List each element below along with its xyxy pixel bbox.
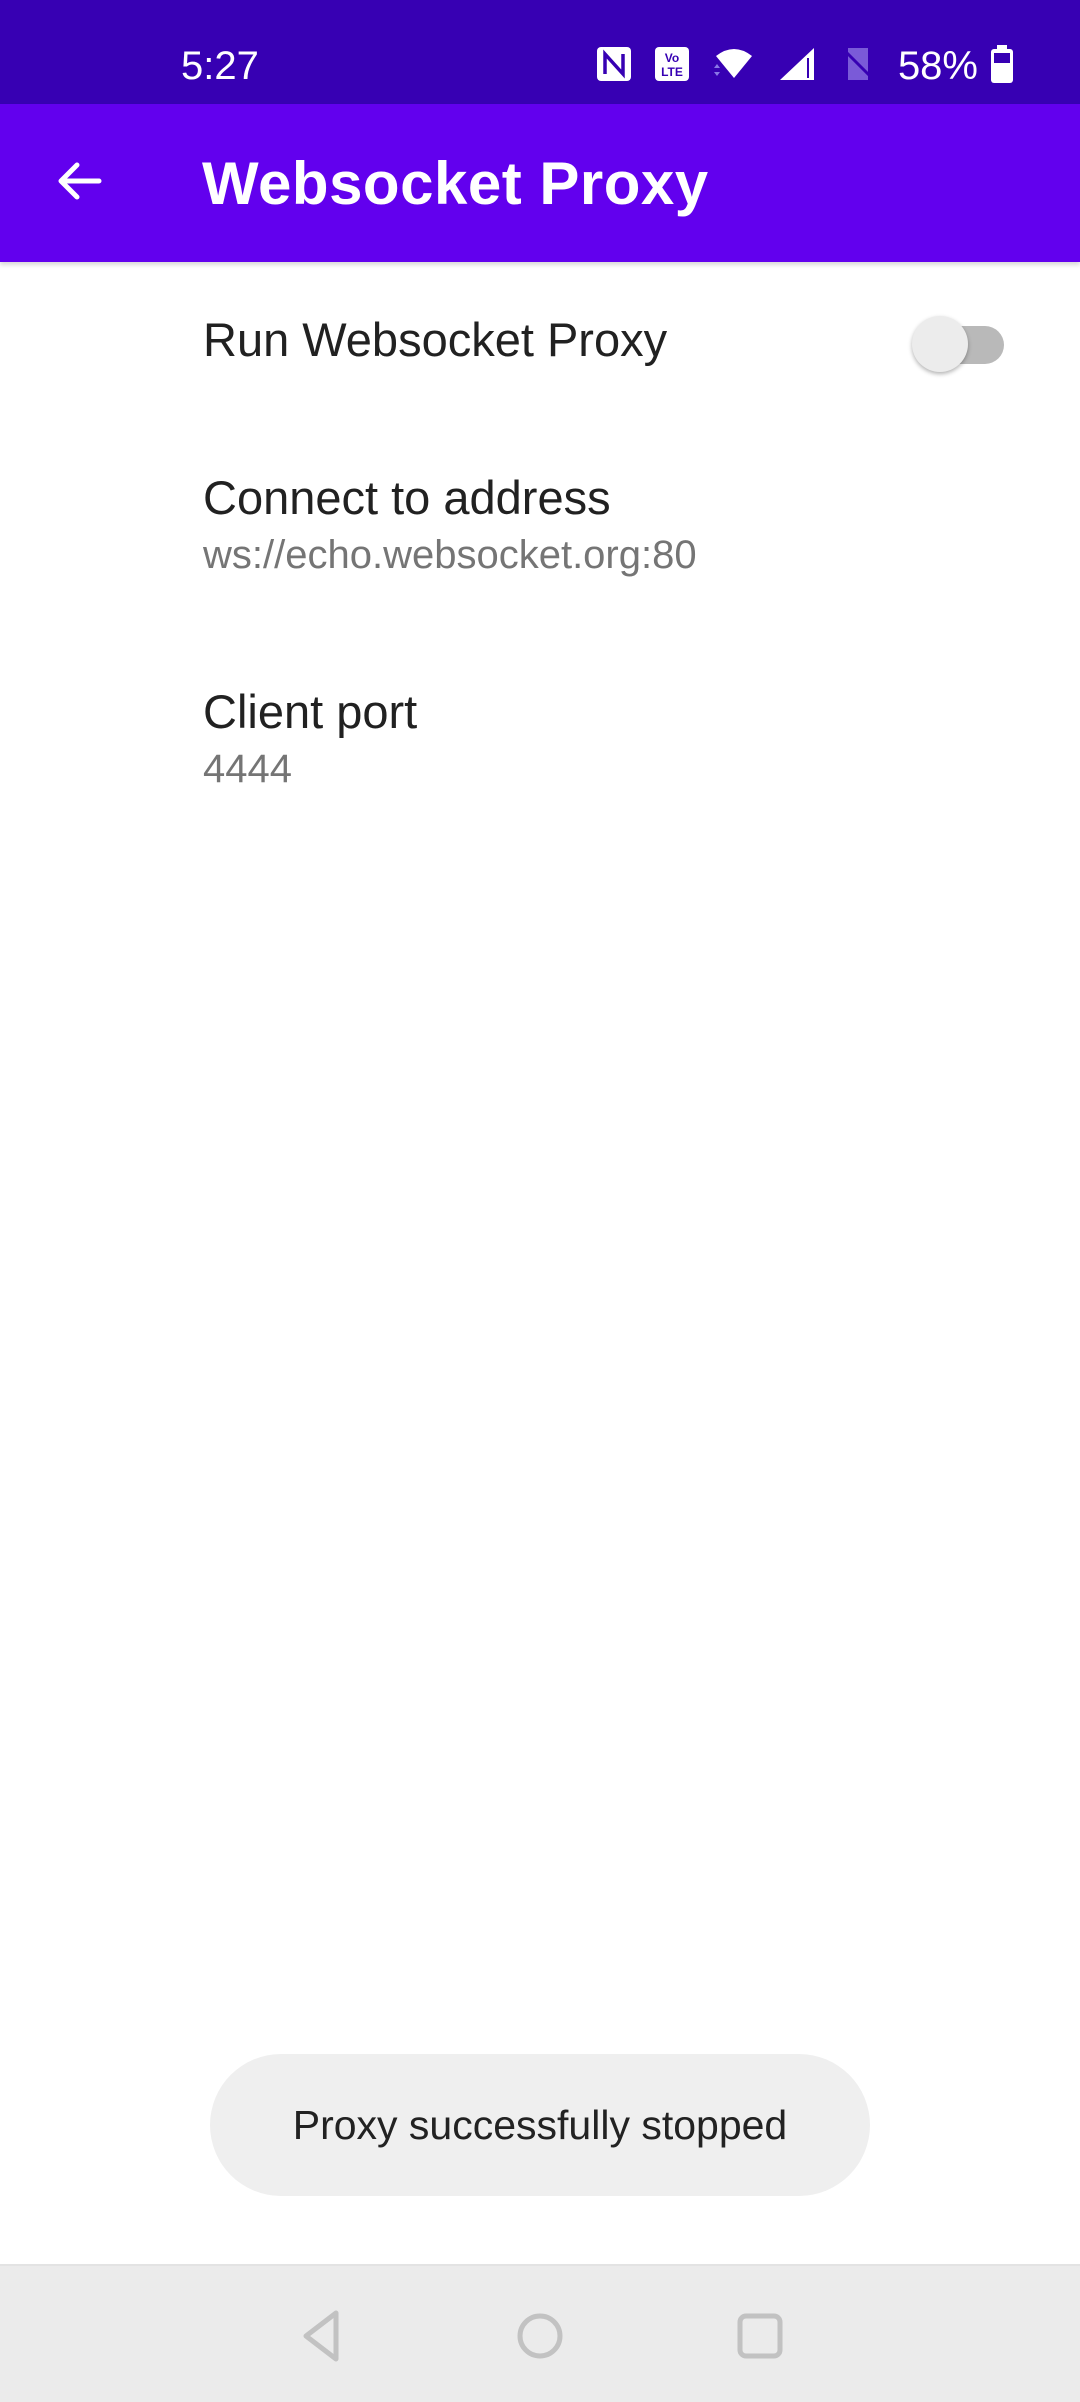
toast: Proxy successfully stopped xyxy=(210,2054,870,2196)
status-bar: 5:27 Vo LTE 58% xyxy=(0,0,1080,104)
run-proxy-toggle[interactable] xyxy=(912,314,1004,372)
pref-client-port[interactable]: Client port 4444 xyxy=(203,684,1080,794)
nfc-icon xyxy=(596,46,632,87)
battery-percent: 58% xyxy=(897,43,978,88)
status-time: 5:27 xyxy=(181,44,259,88)
back-button[interactable] xyxy=(40,144,118,222)
nav-bar xyxy=(0,2264,1080,2402)
wifi-icon xyxy=(712,46,756,87)
home-nav-icon xyxy=(515,2311,565,2366)
recents-nav-icon xyxy=(736,2312,784,2365)
arrow-back-icon xyxy=(55,157,103,210)
page-title: Websocket Proxy xyxy=(202,150,709,217)
svg-text:Vo: Vo xyxy=(665,51,679,65)
pref-connect-address-title: Connect to address xyxy=(203,471,611,524)
cell-signal-icon xyxy=(778,46,818,87)
nav-back-button[interactable] xyxy=(292,2308,352,2368)
nav-home-button[interactable] xyxy=(510,2308,570,2368)
pref-client-port-title: Client port xyxy=(203,685,418,738)
pref-connect-address[interactable]: Connect to address ws://echo.websocket.o… xyxy=(203,470,1080,580)
nav-recents-button[interactable] xyxy=(730,2308,790,2368)
pref-connect-address-value: ws://echo.websocket.org:80 xyxy=(203,533,697,577)
back-nav-icon xyxy=(298,2309,346,2368)
volte-icon: Vo LTE xyxy=(654,46,690,87)
toggle-thumb xyxy=(912,316,968,372)
toast-message: Proxy successfully stopped xyxy=(292,2101,788,2148)
status-icons: Vo LTE 58% xyxy=(596,42,1080,90)
app-bar: Websocket Proxy xyxy=(0,104,1080,262)
no-sim-icon xyxy=(840,46,876,87)
battery-icon xyxy=(990,44,1014,88)
pref-client-port-value: 4444 xyxy=(203,747,292,791)
svg-text:LTE: LTE xyxy=(661,65,683,79)
